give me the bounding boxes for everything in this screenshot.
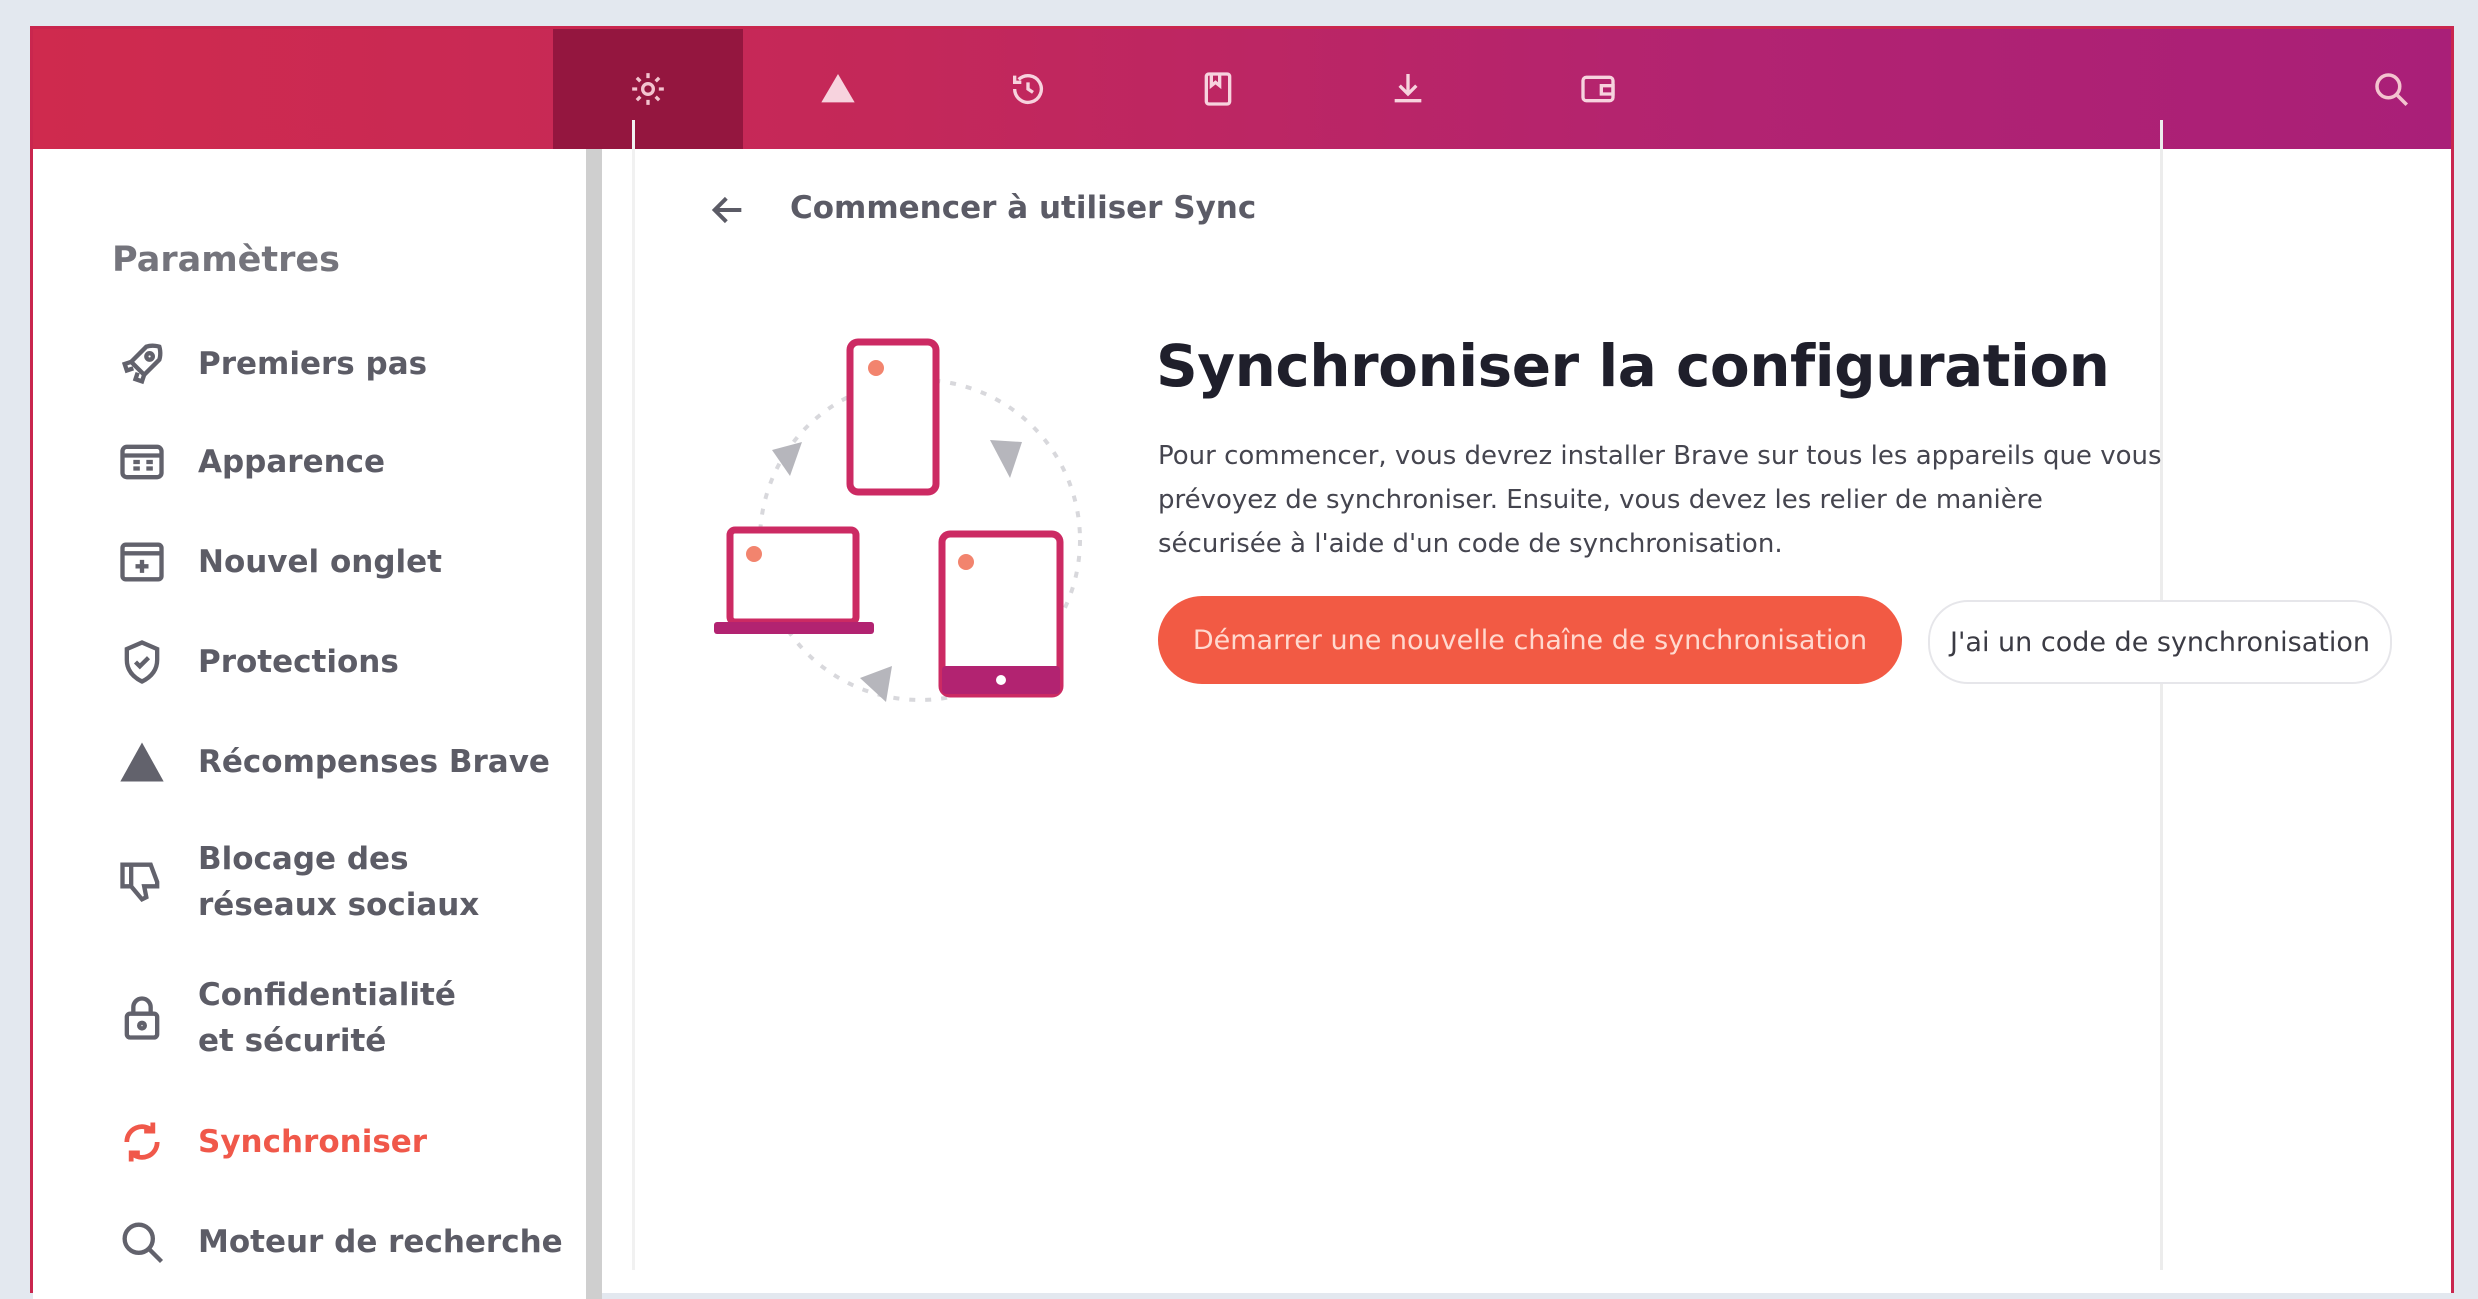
wallet-icon: [1581, 75, 1615, 103]
downloads-icon: [1394, 74, 1422, 103]
sidebar-item-nouvel-onglet[interactable]: Nouvel onglet: [112, 532, 572, 592]
sidebar-item-apparence[interactable]: Apparence: [112, 432, 572, 492]
sidebar-item-recompenses-brave[interactable]: Récompenses Brave: [112, 732, 572, 792]
start-new-sync-chain-button[interactable]: Démarrer une nouvelle chaîne de synchron…: [1158, 596, 1902, 684]
sidebar-item-label: Moteur de recherche: [198, 1224, 563, 1260]
sidebar-item-label: Protections: [198, 644, 399, 680]
gear-icon: [632, 73, 664, 105]
appearance-icon: [112, 432, 172, 492]
sidebar-item-label: Blocage des réseaux sociaux: [198, 841, 480, 923]
sidebar-item-premiers-pas[interactable]: Premiers pas: [112, 334, 572, 394]
tab-rewards[interactable]: [743, 29, 933, 149]
back-button[interactable]: [704, 186, 752, 234]
sidebar-title: Paramètres: [112, 240, 340, 280]
tab-downloads[interactable]: [1313, 29, 1503, 149]
sidebar-item-label: Premiers pas: [198, 346, 428, 382]
brave-rewards-icon: [821, 74, 855, 103]
arrow-left-icon: [711, 196, 742, 224]
tab-bookmarks[interactable]: [1123, 29, 1313, 149]
toolbar-search-button[interactable]: [2361, 59, 2421, 119]
sidebar-divider: [586, 149, 602, 1299]
sidebar-item-blocage-reseaux-sociaux[interactable]: Blocage des réseaux sociaux: [112, 836, 532, 928]
page-title: Commencer à utiliser Sync: [790, 190, 1257, 226]
search-icon: [112, 1212, 172, 1272]
thumbs-down-icon: [112, 852, 172, 912]
sidebar-item-synchroniser[interactable]: Synchroniser: [112, 1112, 572, 1172]
sidebar-item-protections[interactable]: Protections: [112, 632, 572, 692]
sync-heading: Synchroniser la configuration: [1156, 332, 2110, 400]
history-icon: [1013, 74, 1043, 105]
have-sync-code-button[interactable]: J'ai un code de synchronisation: [1928, 600, 2392, 684]
settings-toolbar: [33, 29, 2451, 149]
tab-history[interactable]: [933, 29, 1123, 149]
rocket-icon: [112, 334, 172, 394]
sidebar-item-label: Confidentialité et sécurité: [198, 977, 456, 1059]
bookmarks-icon: [1204, 72, 1232, 106]
tab-wallet[interactable]: [1503, 29, 1693, 149]
sync-icon: [112, 1112, 172, 1172]
shield-icon: [112, 632, 172, 692]
search-icon: [2375, 73, 2408, 106]
sidebar-item-label: Nouvel onglet: [198, 544, 442, 580]
sidebar-item-label: Synchroniser: [198, 1124, 428, 1160]
triangle-icon: [112, 732, 172, 792]
sidebar-item-label: Apparence: [198, 444, 386, 480]
sidebar-item-moteur-de-recherche[interactable]: Moteur de recherche: [112, 1212, 572, 1272]
sidebar-item-confidentialite-securite[interactable]: Confidentialité et sécurité: [112, 972, 532, 1064]
tab-settings[interactable]: [553, 29, 743, 149]
sync-devices-illustration: [714, 338, 1082, 702]
content-right-edge: [2160, 120, 2163, 1270]
sidebar-item-label: Récompenses Brave: [198, 744, 550, 780]
new-tab-icon: [112, 532, 172, 592]
lock-icon: [112, 988, 172, 1048]
content-left-edge: [632, 120, 635, 1270]
sync-description: Pour commencer, vous devrez installer Br…: [1158, 441, 2162, 559]
